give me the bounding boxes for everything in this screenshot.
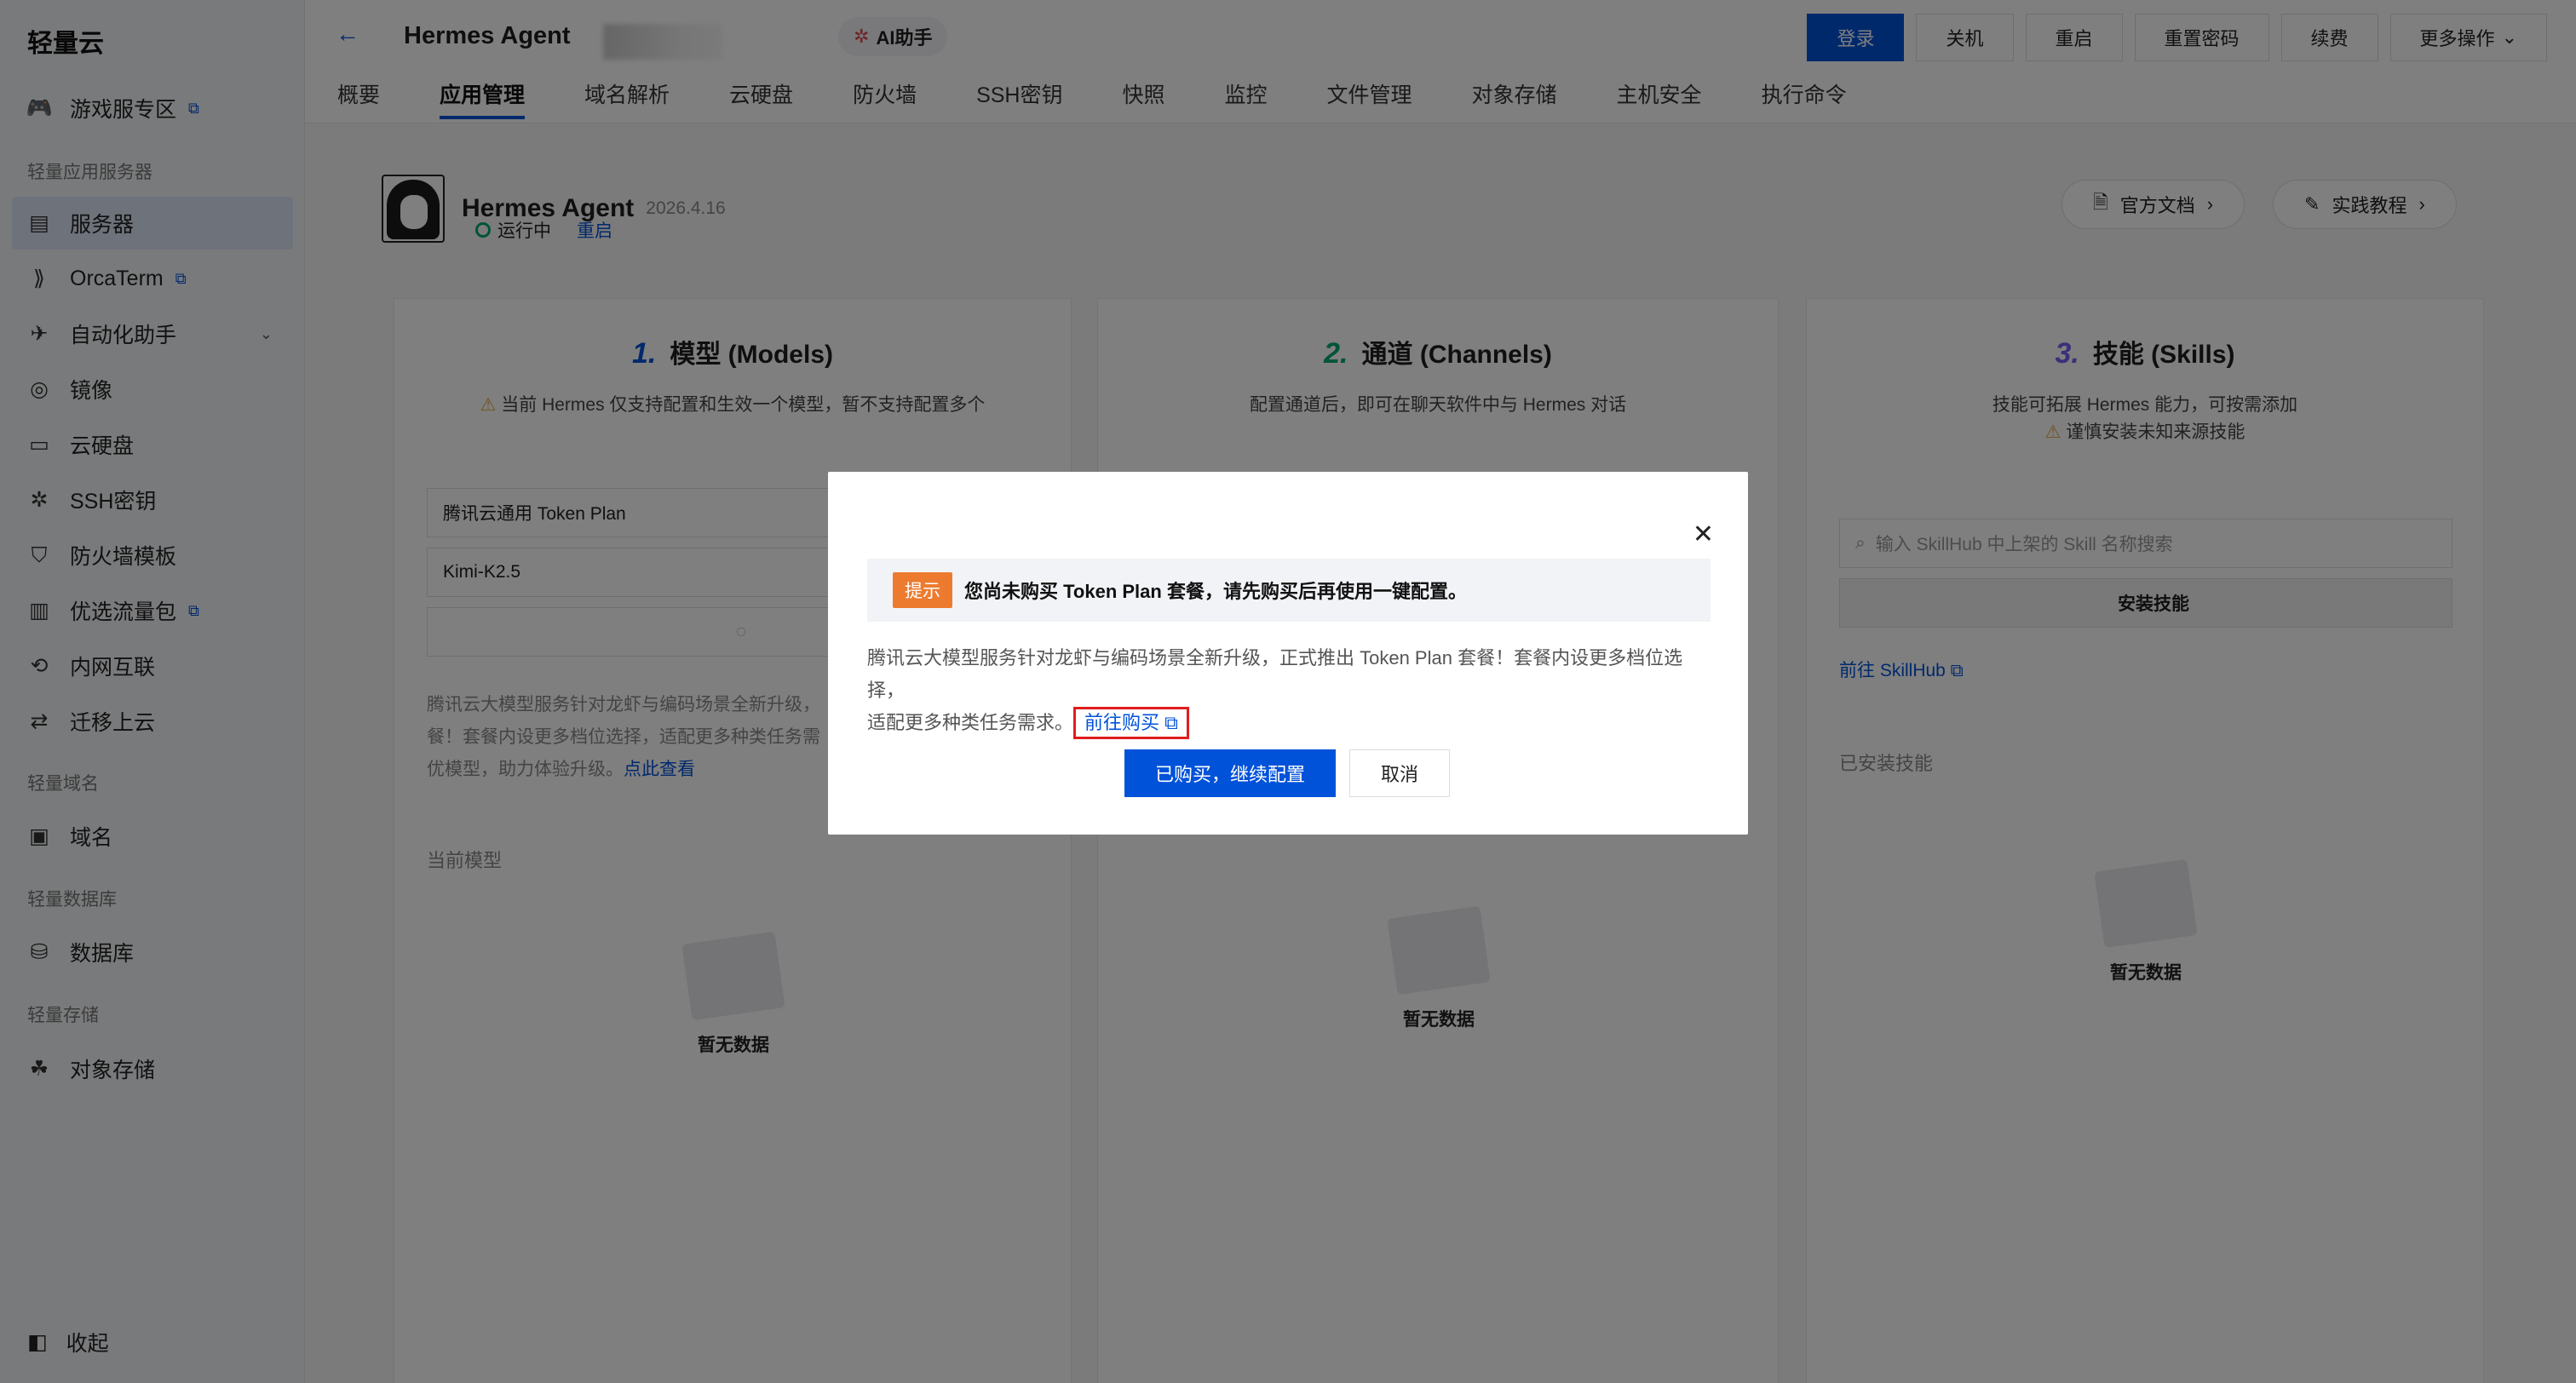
buy-link-label: 前往购买 <box>1084 712 1160 733</box>
modal-tip: 提示 您尚未购买 Token Plan 套餐，请先购买后再使用一键配置。 <box>867 559 1711 622</box>
cancel-button[interactable]: 取消 <box>1349 749 1450 797</box>
desc-line: 腾讯云大模型服务针对龙虾与编码场景全新升级，正式推出 Token Plan 套餐… <box>867 647 1683 701</box>
purchase-modal: ✕ 提示 您尚未购买 Token Plan 套餐，请先购买后再使用一键配置。 腾… <box>828 472 1748 835</box>
modal-overlay[interactable]: ✕ 提示 您尚未购买 Token Plan 套餐，请先购买后再使用一键配置。 腾… <box>0 0 2576 1383</box>
tip-text: 您尚未购买 Token Plan 套餐，请先购买后再使用一键配置。 <box>964 581 1467 602</box>
external-link-icon: ⧉ <box>1164 712 1178 733</box>
modal-description: 腾讯云大模型服务针对龙虾与编码场景全新升级，正式推出 Token Plan 套餐… <box>867 642 1719 739</box>
close-icon[interactable]: ✕ <box>1693 519 1714 549</box>
tip-badge: 提示 <box>893 572 952 608</box>
desc-line: 适配更多种类任务需求。 <box>867 712 1074 733</box>
purchased-continue-button[interactable]: 已购买，继续配置 <box>1124 749 1336 797</box>
buy-now-link[interactable]: 前往购买 ⧉ <box>1073 707 1189 739</box>
